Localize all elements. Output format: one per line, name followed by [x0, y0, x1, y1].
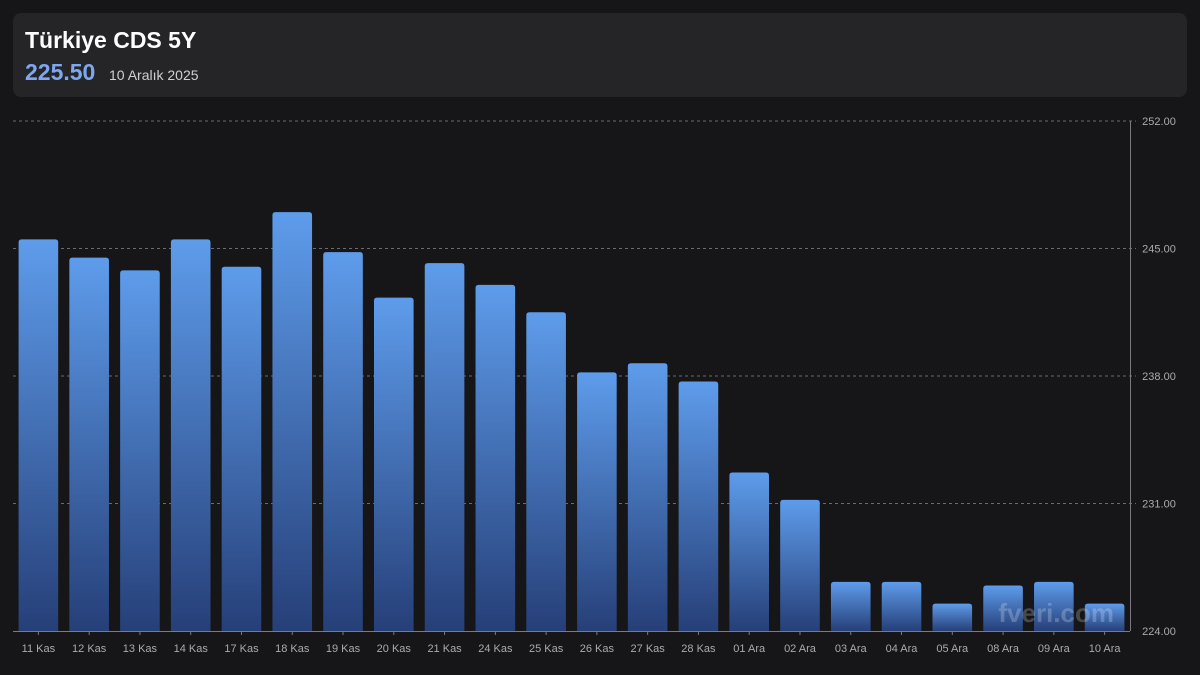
bar[interactable] [323, 252, 363, 631]
x-tick-label: 12 Kas [72, 643, 107, 655]
bar[interactable] [577, 372, 617, 631]
x-tick-label: 09 Ara [1038, 643, 1071, 655]
x-tick-label: 17 Kas [224, 643, 259, 655]
bar-chart: 224.00 231.00 238.00 245.00 252.00 11 Kas 12 K… [13, 116, 1176, 655]
bar[interactable] [272, 212, 313, 632]
bar[interactable] [18, 239, 59, 631]
y-tick-label: 238.00 [1142, 371, 1176, 383]
bar[interactable] [678, 381, 719, 631]
x-tick-label: 19 Kas [326, 643, 361, 655]
bar[interactable] [780, 499, 820, 631]
x-tick-label: 25 Kas [529, 643, 564, 655]
x-tick-label: 18 Kas [275, 643, 310, 655]
x-tick-label: 10 Ara [1089, 643, 1122, 655]
bar[interactable] [170, 239, 211, 631]
bar[interactable] [475, 284, 516, 631]
x-tick-label: 14 Kas [174, 643, 209, 655]
x-tick-label: 04 Ara [886, 643, 919, 655]
bar[interactable] [830, 581, 871, 631]
watermark: fveri.com [998, 598, 1114, 628]
bar[interactable] [424, 263, 465, 631]
bar[interactable] [881, 581, 922, 631]
x-tick-label: 11 Kas [22, 643, 56, 655]
y-tick-label: 224.00 [1142, 626, 1176, 638]
bar[interactable] [120, 270, 160, 631]
x-tick-label: 02 Ara [784, 643, 817, 655]
x-tick-label: 20 Kas [377, 643, 412, 655]
x-tick-label: 05 Ara [936, 643, 969, 655]
y-tick-label: 231.00 [1142, 499, 1176, 511]
y-tick-label: 245.00 [1142, 244, 1176, 256]
x-tick-label: 13 Kas [123, 643, 158, 655]
bars [18, 212, 1125, 632]
bar[interactable] [221, 266, 262, 631]
bar[interactable] [932, 603, 973, 631]
x-tick-label: 28 Kas [681, 643, 716, 655]
bar[interactable] [729, 472, 770, 631]
x-tick-label: 24 Kas [478, 643, 513, 655]
x-tick-label: 03 Ara [835, 643, 868, 655]
x-tick-label: 21 Kas [427, 643, 462, 655]
x-tick-label: 08 Ara [987, 643, 1020, 655]
bar[interactable] [69, 257, 109, 631]
bar[interactable] [627, 363, 668, 631]
x-tick-label: 27 Kas [631, 643, 666, 655]
x-tick-label: 01 Ara [733, 643, 766, 655]
bar[interactable] [373, 297, 414, 631]
y-tick-label: 252.00 [1142, 116, 1176, 128]
x-tick-label: 26 Kas [580, 643, 615, 655]
bar[interactable] [526, 312, 566, 631]
